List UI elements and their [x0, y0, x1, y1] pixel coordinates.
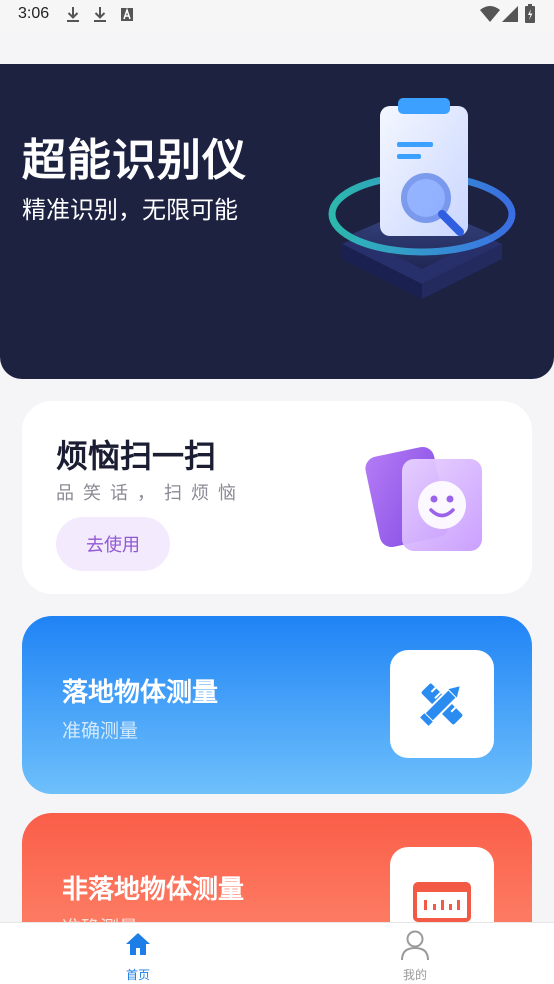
- home-icon: [126, 933, 150, 955]
- ground-measure-title: 落地物体测量: [62, 678, 219, 708]
- user-icon: [401, 930, 429, 961]
- worry-card-title: 烦恼扫一扫: [56, 437, 217, 475]
- tab-mine[interactable]: 我的: [365, 923, 465, 984]
- smile-face-icon: [365, 446, 482, 551]
- wifi-icon: [480, 6, 500, 22]
- download-icon: [67, 7, 79, 22]
- pencil-ruler-icon: [420, 683, 463, 726]
- magnifier-document-icon: [328, 98, 516, 299]
- cellular-icon: [502, 6, 518, 22]
- hero-banner: 超能识别仪 精准识别，无限可能: [0, 64, 554, 379]
- font-a-icon: [121, 7, 133, 21]
- status-time: 3:06: [18, 5, 50, 22]
- use-button[interactable]: 去使用: [56, 517, 170, 571]
- status-bar: 3:06: [0, 0, 554, 32]
- tab-home-label: 首页: [125, 968, 150, 982]
- bottom-tab-bar: 首页 我的: [0, 922, 554, 984]
- hero-subtitle: 精准识别，无限可能: [22, 196, 238, 224]
- ground-measure-icon-box: [390, 650, 494, 758]
- battery-icon: [525, 4, 535, 23]
- download-icon: [94, 7, 106, 22]
- worry-card-subtitle: 品笑话，扫烦恼: [56, 483, 245, 504]
- hero-title: 超能识别仪: [22, 135, 247, 186]
- ground-measure-subtitle: 准确测量: [62, 720, 139, 742]
- non-ground-measure-title: 非落地物体测量: [62, 875, 245, 905]
- worry-scan-card[interactable]: 烦恼扫一扫 品笑话，扫烦恼 去使用: [22, 401, 532, 594]
- tab-mine-label: 我的: [402, 968, 427, 982]
- tab-home[interactable]: 首页: [88, 923, 188, 984]
- ground-measure-card[interactable]: 落地物体测量 准确测量: [22, 616, 532, 794]
